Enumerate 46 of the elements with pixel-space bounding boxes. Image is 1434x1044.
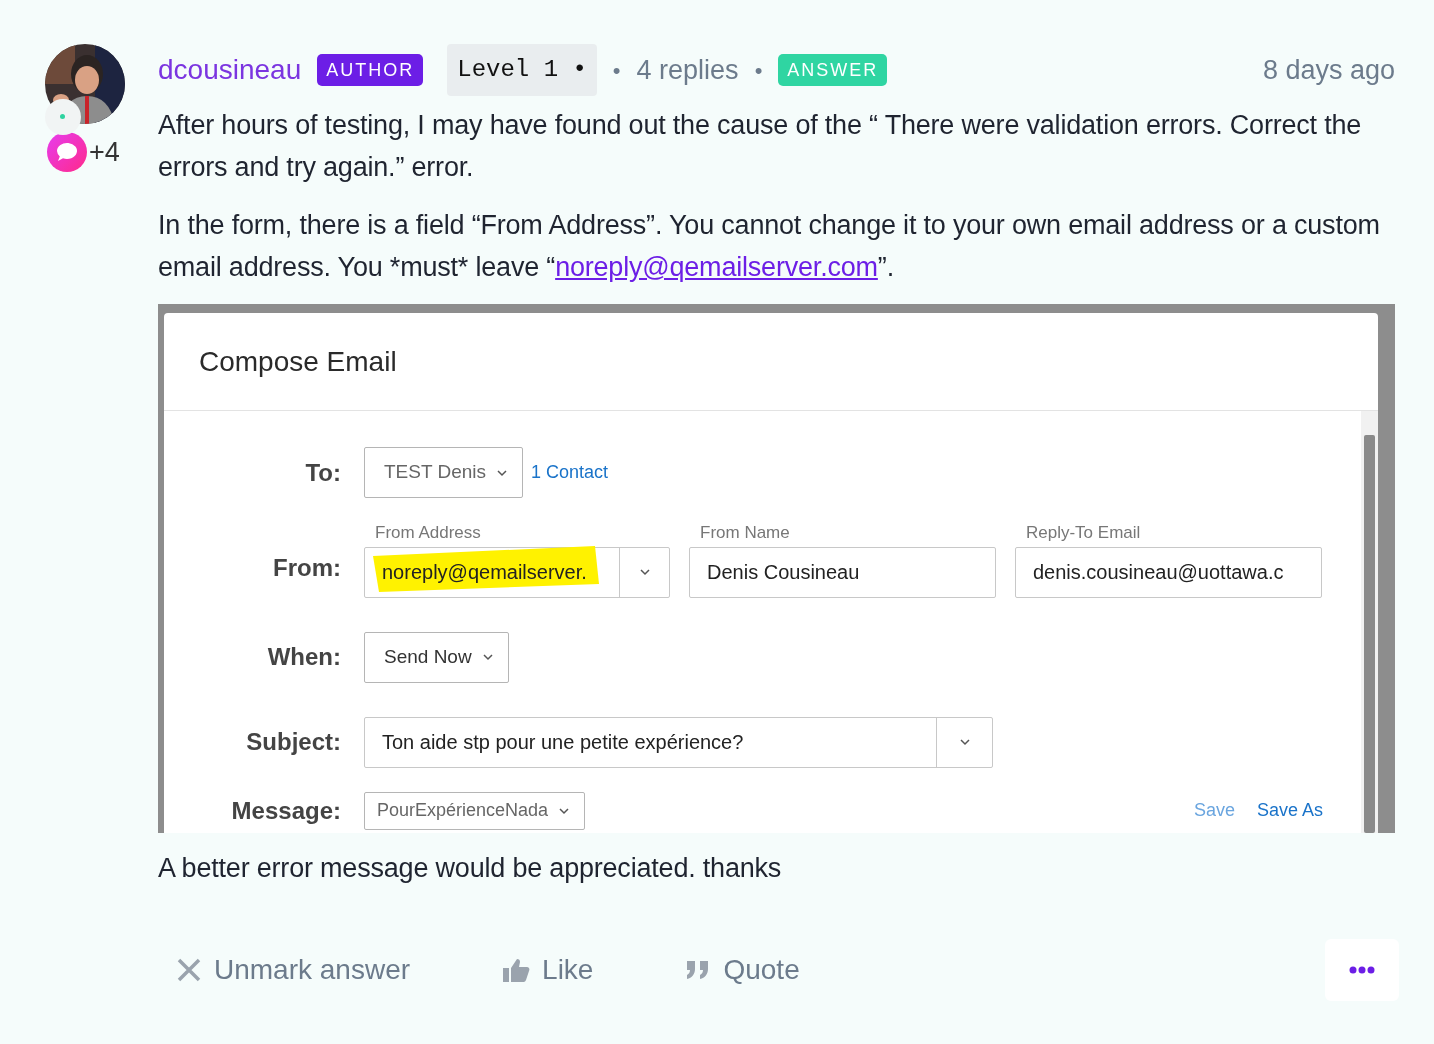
chevron-down-icon [638,568,651,576]
thumbs-up-icon [502,957,531,983]
text-input[interactable]: denis.cousineau@uottawa.c [1015,546,1322,598]
close-icon [176,957,202,983]
level-badge: Level 1 • [447,44,597,96]
field-label: When: [266,642,341,672]
chevron-down-icon [558,806,571,815]
scrollbar[interactable] [1361,411,1378,833]
replies-count: 4 replies [636,53,739,87]
from-address-select[interactable]: noreply@qemailserver. [364,546,670,598]
status-indicator [45,99,81,135]
author-badge: AUTHOR [317,54,424,86]
contact-link[interactable]: 1 Contact [531,459,609,486]
field-label: From Name [699,522,791,544]
chevron-down-icon [481,653,494,661]
recipient-select[interactable]: TEST Denis [364,447,524,498]
field-label: Subject: [245,727,341,757]
username-link[interactable]: dcousineau [158,50,302,90]
chevron-down-icon [496,468,509,477]
text-input[interactable]: Denis Cousineau [689,546,996,598]
like-button[interactable]: Like [502,949,594,991]
more-icon [1349,966,1375,974]
reaction-count: +4 [89,136,120,169]
subject-select[interactable]: Ton aide stp pour une petite expérience? [364,716,993,768]
chevron-down-icon [958,738,971,746]
separator: • [612,56,621,85]
post-paragraph: In the form, there is a field “From Address”. You cannot change it to your own email address or a custom email address. You *must* leave “noreply@qemailserver.com”. [158,209,1381,284]
field-label: Message: [230,795,341,826]
field-label: From: [272,552,341,583]
send-time-select[interactable]: Send Now [364,631,509,683]
field-label: Reply-To Email [1025,522,1142,544]
email-link[interactable]: noreply@qemailserver.com [555,252,878,282]
template-select[interactable]: PourExpérienceNada [364,791,586,830]
post-paragraph: After hours of testing, I may have found out the cause of the “ There were validation errors. Correct the errors and try again.” error. [158,109,1363,184]
save-link[interactable]: Save As [1256,797,1323,824]
post-paragraph: A better error message would be appreciated. thanks [158,852,783,885]
field-label: From Address [374,522,482,544]
comment-reaction-icon [47,132,87,173]
separator: • [754,56,763,85]
dialog-title: Compose Email [199,344,397,379]
field-label: To: [304,457,341,488]
timestamp: 8 days ago [1262,53,1395,87]
quote-button[interactable]: Quote [685,949,800,991]
more-button[interactable] [1325,939,1399,1001]
answer-badge: ANSWER [778,54,888,86]
unmark-button[interactable]: Unmark answer [176,949,411,991]
